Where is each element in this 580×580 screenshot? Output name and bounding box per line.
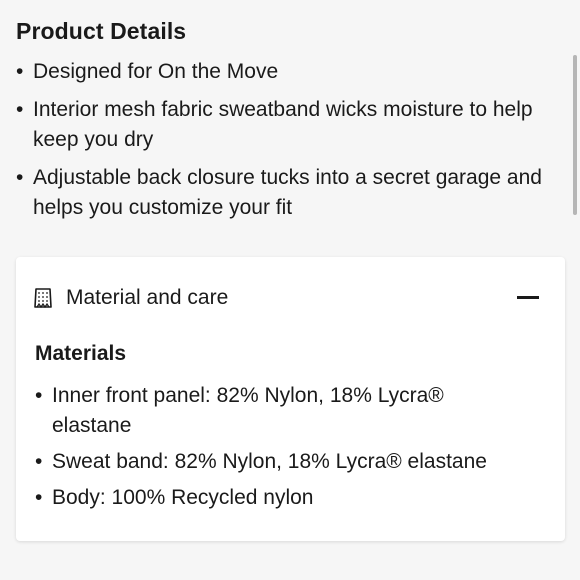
material-and-care-accordion: Material and care Materials Inner front … [16,257,565,541]
list-item: Adjustable back closure tucks into a sec… [16,163,558,223]
scrollbar[interactable] [573,55,577,215]
accordion-header[interactable]: Material and care [32,283,549,313]
list-item: Designed for On the Move [16,57,558,87]
list-item: Interior mesh fabric sweatband wicks moi… [16,95,558,155]
accordion-title: Material and care [66,286,229,309]
page-title: Product Details [16,18,187,44]
list-item: Inner front panel: 82% Nylon, 18% Lycra®… [35,381,515,441]
product-details-list: Designed for On the Move Interior mesh f… [16,57,566,223]
product-details-section: Product Details Designed for On the Move… [16,18,566,231]
minus-icon[interactable] [517,296,539,299]
fabric-swatch-icon [32,286,54,310]
list-item: Body: 100% Recycled nylon [35,483,515,513]
materials-list: Inner front panel: 82% Nylon, 18% Lycra®… [35,381,515,519]
materials-heading: Materials [35,342,127,365]
list-item: Sweat band: 82% Nylon, 18% Lycra® elasta… [35,447,515,477]
